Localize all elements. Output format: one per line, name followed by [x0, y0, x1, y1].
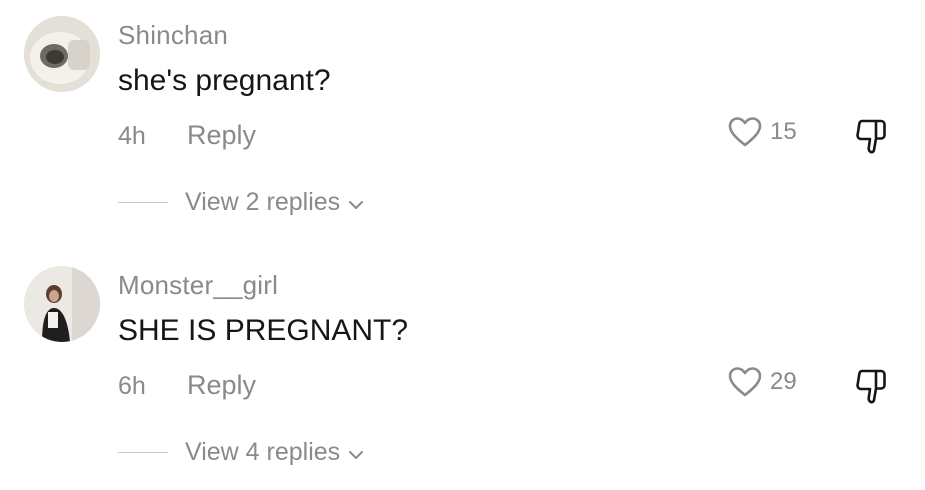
- thumbs-down-icon: [856, 369, 886, 404]
- view-replies-label: View 4 replies: [185, 438, 341, 466]
- like-button[interactable]: 29: [728, 366, 797, 398]
- like-button[interactable]: 15: [728, 116, 797, 148]
- heart-icon: [728, 117, 762, 147]
- view-replies-button[interactable]: View 2 replies: [118, 188, 364, 217]
- reply-button[interactable]: Reply: [187, 370, 256, 401]
- view-replies-button[interactable]: View 4 replies: [118, 438, 364, 467]
- view-replies-label: View 2 replies: [185, 188, 341, 216]
- divider: [118, 202, 168, 203]
- dislike-button[interactable]: [854, 367, 890, 410]
- timestamp: 4h: [118, 122, 146, 150]
- comment-text: SHE IS PREGNANT?: [118, 314, 409, 347]
- like-count: 15: [770, 118, 797, 145]
- username[interactable]: Monster__girl: [118, 270, 278, 301]
- comment-text: she's pregnant?: [118, 64, 331, 97]
- divider: [118, 452, 168, 453]
- comment-item: Shinchan she's pregnant? 4h Reply 15 Vie…: [0, 0, 925, 240]
- reply-button[interactable]: Reply: [187, 120, 256, 151]
- chevron-down-icon: [349, 450, 364, 459]
- thumbs-down-icon: [856, 119, 886, 154]
- avatar-image: [24, 16, 100, 92]
- avatar[interactable]: [24, 16, 100, 92]
- username[interactable]: Shinchan: [118, 20, 228, 51]
- avatar[interactable]: [24, 266, 100, 342]
- dislike-button[interactable]: [854, 117, 890, 160]
- like-count: 29: [770, 368, 797, 395]
- timestamp: 6h: [118, 372, 146, 400]
- avatar-image: [24, 266, 100, 342]
- comment-item: Monster__girl SHE IS PREGNANT? 6h Reply …: [0, 250, 925, 490]
- chevron-down-icon: [349, 200, 364, 209]
- heart-icon: [728, 367, 762, 397]
